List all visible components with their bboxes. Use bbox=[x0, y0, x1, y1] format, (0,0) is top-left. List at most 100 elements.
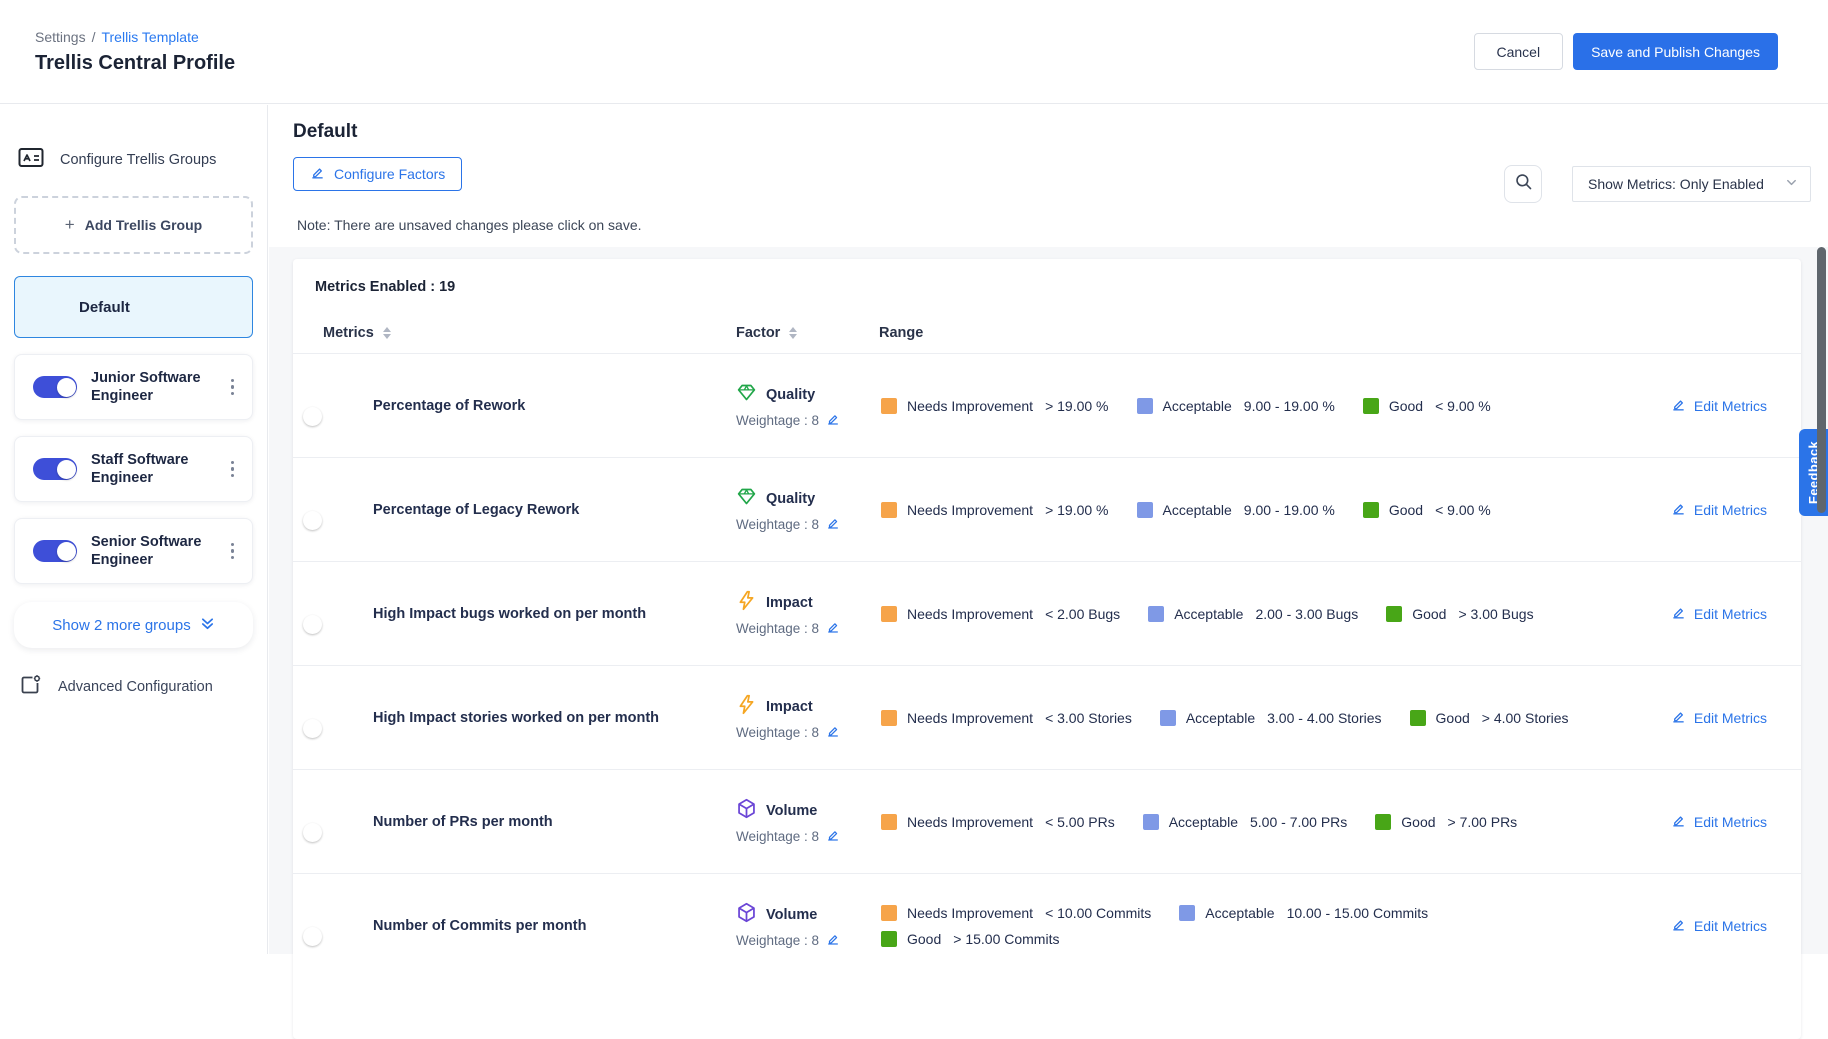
edit-pencil-icon[interactable] bbox=[826, 828, 840, 845]
sidebar-item-staff-software-engineer[interactable]: Staff Software Engineer bbox=[14, 436, 253, 502]
edit-pencil-icon[interactable] bbox=[826, 620, 840, 637]
column-header-factor[interactable]: Factor bbox=[728, 325, 871, 341]
senior-group-toggle[interactable] bbox=[33, 540, 77, 562]
breadcrumb-settings[interactable]: Settings bbox=[35, 29, 86, 45]
configure-trellis-groups-label: Configure Trellis Groups bbox=[60, 152, 216, 168]
group-label: Senior Software Engineer bbox=[91, 533, 211, 569]
junior-group-toggle[interactable] bbox=[33, 376, 77, 398]
green-swatch-icon bbox=[1386, 606, 1402, 622]
column-header-range: Range bbox=[871, 325, 923, 341]
factor-name: Volume bbox=[766, 803, 817, 819]
group-label: Junior Software Engineer bbox=[91, 369, 211, 405]
factor-name: Impact bbox=[766, 699, 813, 715]
save-and-publish-button[interactable]: Save and Publish Changes bbox=[1573, 33, 1778, 70]
kebab-menu-icon[interactable] bbox=[225, 539, 241, 564]
edit-pencil-icon bbox=[1671, 709, 1686, 727]
edit-metrics-link[interactable]: Edit Metrics bbox=[1671, 917, 1767, 935]
range-chip-needs-improvement: Needs Improvement< 2.00 Bugs bbox=[881, 606, 1120, 622]
breadcrumb-trellis-template[interactable]: Trellis Template bbox=[101, 29, 198, 45]
staff-group-toggle[interactable] bbox=[33, 458, 77, 480]
sidebar-item-default[interactable]: Default bbox=[14, 276, 253, 338]
range-chip-acceptable: Acceptable5.00 - 7.00 PRs bbox=[1143, 814, 1348, 830]
factor-cell: Impact Weightage : 8 bbox=[728, 590, 879, 637]
kebab-menu-icon[interactable] bbox=[225, 457, 241, 482]
range-chip-needs-improvement: Needs Improvement< 3.00 Stories bbox=[881, 710, 1132, 726]
chevron-down-icon bbox=[1785, 176, 1798, 192]
edit-pencil-icon bbox=[1671, 501, 1686, 519]
search-icon bbox=[1514, 172, 1533, 196]
edit-pencil-icon[interactable] bbox=[826, 724, 840, 741]
orange-swatch-icon bbox=[881, 398, 897, 414]
factor-name: Volume bbox=[766, 907, 817, 923]
page-header: Settings / Trellis Template Trellis Cent… bbox=[0, 0, 1828, 104]
orange-swatch-icon bbox=[881, 502, 897, 518]
vertical-scrollbar-thumb[interactable] bbox=[1817, 247, 1826, 513]
weightage-value: Weightage : 8 bbox=[736, 933, 819, 948]
metric-name: High Impact bugs worked on per month bbox=[373, 606, 728, 622]
quality-icon bbox=[736, 382, 757, 407]
metrics-rows: Percentage of Rework Quality Weightage bbox=[293, 353, 1801, 977]
range-chip-good: Good< 9.00 % bbox=[1363, 398, 1491, 414]
edit-pencil-icon[interactable] bbox=[826, 516, 840, 533]
range-chip-needs-improvement: Needs Improvement> 19.00 % bbox=[881, 502, 1109, 518]
edit-pencil-icon bbox=[1671, 605, 1686, 623]
column-header-metrics[interactable]: Metrics bbox=[323, 325, 728, 341]
range-cell: Needs Improvement< 2.00 Bugs Acceptable2… bbox=[879, 606, 1624, 622]
edit-pencil-icon[interactable] bbox=[826, 412, 840, 429]
filter-selected-value: Show Metrics: Only Enabled bbox=[1588, 176, 1764, 192]
green-swatch-icon bbox=[1410, 710, 1426, 726]
edit-metrics-link[interactable]: Edit Metrics bbox=[1671, 501, 1767, 519]
range-chip-good: Good> 4.00 Stories bbox=[1410, 710, 1569, 726]
table-row: Percentage of Legacy Rework Quality Wei bbox=[293, 457, 1801, 561]
advanced-configuration-link[interactable]: Advanced Configuration bbox=[14, 674, 253, 699]
sidebar-item-junior-software-engineer[interactable]: Junior Software Engineer bbox=[14, 354, 253, 420]
edit-metrics-link[interactable]: Edit Metrics bbox=[1671, 813, 1767, 831]
group-label: Staff Software Engineer bbox=[91, 451, 211, 487]
blue-swatch-icon bbox=[1143, 814, 1159, 830]
show-metrics-filter-dropdown[interactable]: Show Metrics: Only Enabled bbox=[1572, 166, 1811, 202]
edit-pencil-icon[interactable] bbox=[826, 932, 840, 949]
table-row: Number of PRs per month Volume Weightag bbox=[293, 769, 1801, 873]
metric-name: Percentage of Rework bbox=[373, 398, 728, 414]
breadcrumb-separator: / bbox=[92, 29, 96, 45]
search-button[interactable] bbox=[1504, 165, 1542, 203]
impact-icon bbox=[736, 590, 757, 615]
weightage-value: Weightage : 8 bbox=[736, 517, 819, 532]
weightage-value: Weightage : 8 bbox=[736, 829, 819, 844]
table-row: High Impact bugs worked on per month Imp… bbox=[293, 561, 1801, 665]
range-chip-good: Good> 15.00 Commits bbox=[881, 931, 1059, 947]
factor-cell: Quality Weightage : 8 bbox=[728, 486, 879, 533]
edit-metrics-link[interactable]: Edit Metrics bbox=[1671, 709, 1767, 727]
edit-pencil-icon bbox=[1671, 397, 1686, 415]
edit-metrics-link[interactable]: Edit Metrics bbox=[1671, 605, 1767, 623]
advanced-configuration-label: Advanced Configuration bbox=[58, 679, 213, 695]
green-swatch-icon bbox=[881, 931, 897, 947]
configure-factors-button[interactable]: Configure Factors bbox=[293, 157, 462, 191]
add-trellis-group-button[interactable]: + Add Trellis Group bbox=[14, 196, 253, 254]
plus-icon: + bbox=[65, 215, 75, 235]
table-row: High Impact stories worked on per month … bbox=[293, 665, 1801, 769]
orange-swatch-icon bbox=[881, 710, 897, 726]
show-more-groups-button[interactable]: Show 2 more groups bbox=[14, 602, 253, 648]
main-content: Default Configure Factors Show Metrics: … bbox=[269, 105, 1828, 954]
kebab-menu-icon[interactable] bbox=[225, 375, 241, 400]
range-chip-good: Good> 3.00 Bugs bbox=[1386, 606, 1533, 622]
range-chip-acceptable: Acceptable9.00 - 19.00 % bbox=[1137, 398, 1335, 414]
header-actions: Cancel Save and Publish Changes bbox=[1474, 33, 1779, 70]
blue-swatch-icon bbox=[1148, 606, 1164, 622]
range-chip-acceptable: Acceptable2.00 - 3.00 Bugs bbox=[1148, 606, 1358, 622]
edit-pencil-icon bbox=[310, 165, 325, 183]
metrics-card: Metrics Enabled : 19 Metrics Factor Rang… bbox=[293, 259, 1801, 1039]
default-group-label: Default bbox=[79, 299, 130, 316]
factor-name: Quality bbox=[766, 491, 815, 507]
metric-name: Number of Commits per month bbox=[373, 918, 728, 934]
range-chip-needs-improvement: Needs Improvement> 19.00 % bbox=[881, 398, 1109, 414]
edit-metrics-link[interactable]: Edit Metrics bbox=[1671, 397, 1767, 415]
weightage-value: Weightage : 8 bbox=[736, 725, 819, 740]
weightage-value: Weightage : 8 bbox=[736, 621, 819, 636]
cancel-button[interactable]: Cancel bbox=[1474, 33, 1564, 70]
factor-cell: Quality Weightage : 8 bbox=[728, 382, 879, 429]
group-page-title: Default bbox=[293, 121, 357, 143]
sidebar-item-senior-software-engineer[interactable]: Senior Software Engineer bbox=[14, 518, 253, 584]
table-row: Number of Commits per month Volume Weig bbox=[293, 873, 1801, 977]
